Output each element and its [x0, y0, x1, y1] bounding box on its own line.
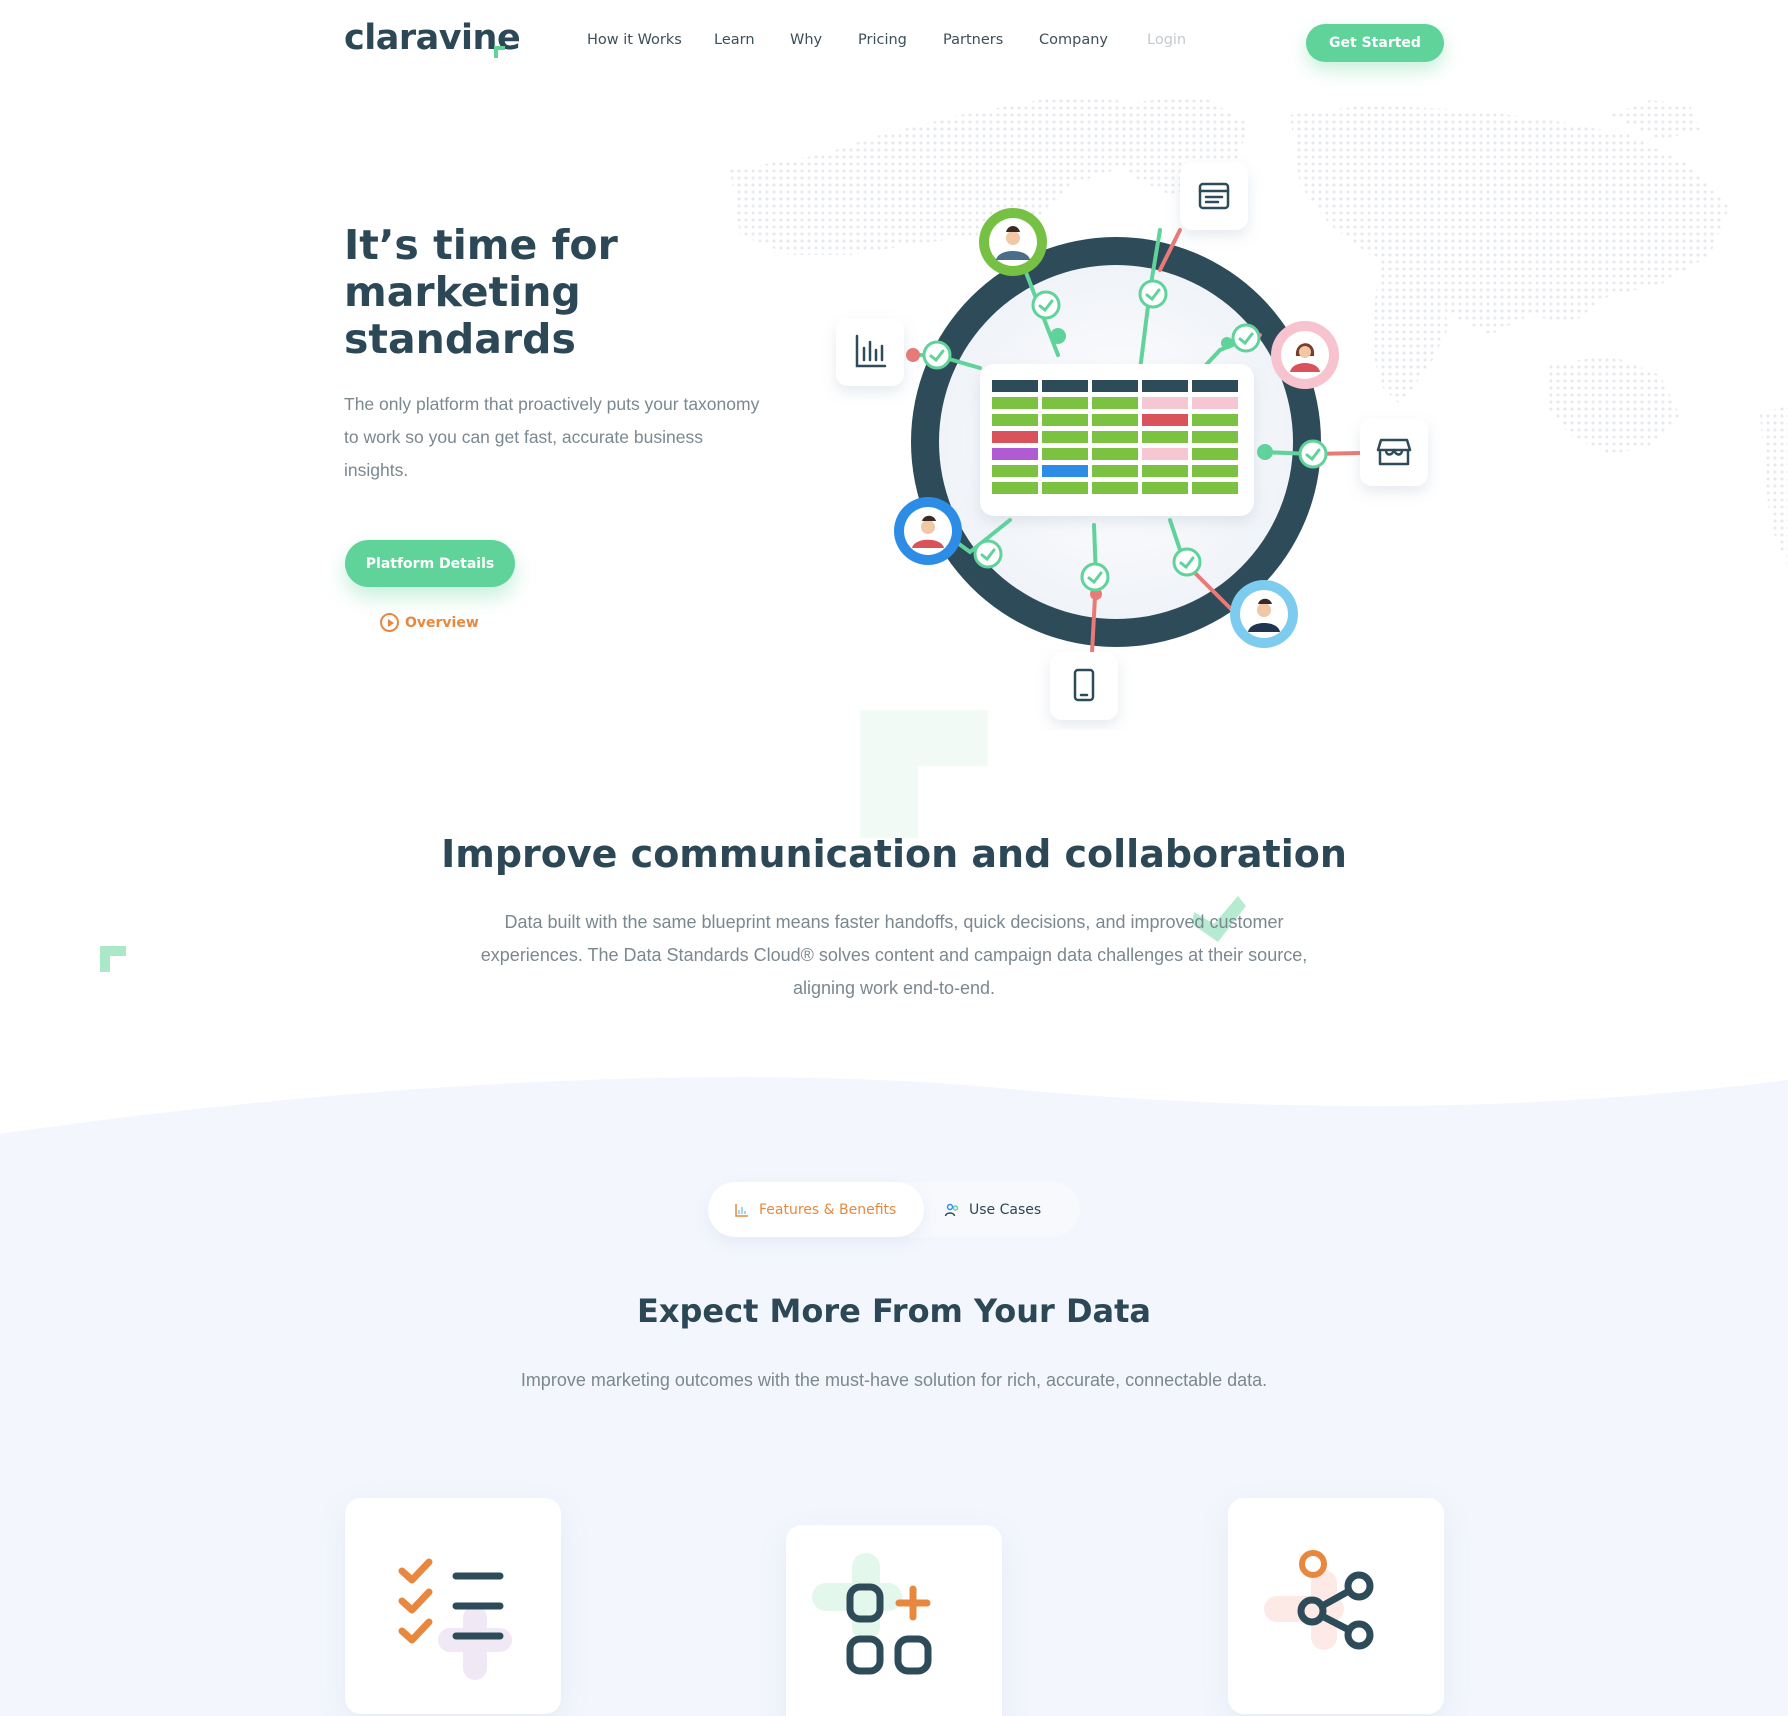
nav-why[interactable]: Why [790, 32, 822, 48]
hero-subtitle: The only platform that proactively puts … [344, 394, 760, 480]
tab-features-label: Features & Benefits [759, 1201, 897, 1218]
nav-learn[interactable]: Learn [714, 32, 755, 48]
tab-use-cases[interactable]: Use Cases [930, 1182, 1080, 1237]
play-circle-icon [380, 613, 399, 632]
nav-how-it-works[interactable]: How it Works [587, 32, 682, 48]
get-started-button[interactable]: Get Started [1306, 24, 1444, 62]
nav-partners[interactable]: Partners [943, 32, 1003, 48]
feature-card-share[interactable] [1228, 1498, 1444, 1714]
users-icon [944, 1203, 959, 1216]
nav-login[interactable]: Login [1147, 32, 1186, 48]
deco-green-flag [100, 946, 126, 972]
overview-label: Overview [405, 614, 479, 631]
logo-mark-icon [494, 46, 505, 58]
nav-pricing[interactable]: Pricing [858, 32, 907, 48]
share-nodes-icon [1264, 1550, 1374, 1650]
features-text: Improve marketing outcomes with the must… [520, 1370, 1268, 1390]
feature-card-checklist[interactable] [345, 1498, 561, 1714]
tab-features-benefits[interactable]: Features & Benefits [708, 1182, 924, 1237]
features-title: Expect More From Your Data [637, 1292, 1151, 1330]
platform-details-button[interactable]: Platform Details [345, 540, 515, 587]
deco-corner-shape [860, 710, 988, 838]
platform-hub-illustration [836, 162, 1428, 720]
feature-tabs: Features & Benefits Use Cases [708, 1182, 1080, 1237]
collaboration-text: Data built with the same blueprint means… [480, 912, 1308, 998]
collaboration-title: Improve communication and collaboration [441, 832, 1347, 876]
chart-icon [735, 1203, 748, 1217]
tab-use-cases-label: Use Cases [969, 1201, 1042, 1218]
feature-card-add-blocks[interactable] [786, 1525, 1002, 1716]
checklist-icon [398, 1558, 512, 1680]
overview-link[interactable]: Overview [380, 613, 479, 632]
nav-company[interactable]: Company [1039, 32, 1108, 48]
hero-title: It’s time for marketing standards [344, 221, 618, 363]
add-blocks-icon [812, 1553, 932, 1675]
